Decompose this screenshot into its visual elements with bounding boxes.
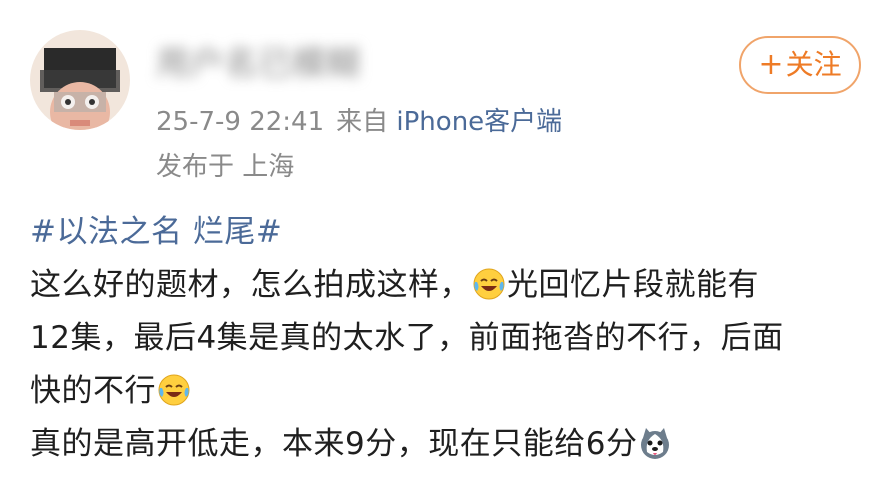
content-line-2: 12集，最后4集是真的太水了，前面拖沓的不行，后面 [30, 320, 784, 356]
laugh-cry-emoji [157, 373, 191, 407]
laugh-cry-emoji [472, 267, 506, 301]
weibo-post: 用户名已模糊 25-7-9 22:41 来自 iPhone客户端 发布于 上海 +… [0, 0, 894, 480]
content-text: 快的不行 [30, 373, 156, 409]
content-line-3: 快的不行 [30, 365, 870, 418]
plus-icon: + [758, 47, 784, 82]
username[interactable]: 用户名已模糊 [156, 44, 360, 84]
source-link[interactable]: iPhone客户端 [396, 107, 562, 137]
content-line-4: 真的是高开低走，本来9分，现在只能给6分 [30, 418, 870, 471]
post-content: #以法之名 烂尾# 这么好的题材，怎么拍成这样， 光回忆片段就能有 12集，最后… [30, 206, 870, 471]
post-location: 发布于 上海 [156, 152, 295, 182]
content-line-1: 这么好的题材，怎么拍成这样， 光回忆片段就能有 [30, 259, 870, 312]
post-time: 25-7-9 22:41 [156, 107, 325, 137]
content-text: 光回忆片段就能有 [507, 267, 759, 303]
follow-button[interactable]: +关注 [739, 36, 861, 94]
source-prefix: 来自 [336, 107, 389, 137]
follow-label: 关注 [785, 48, 842, 81]
content-text: 这么好的题材，怎么拍成这样， [30, 267, 471, 303]
avatar[interactable] [30, 30, 130, 130]
content-text: 真的是高开低走，本来9分，现在只能给6分 [30, 426, 638, 462]
husky-emoji [638, 426, 672, 460]
hashtag-link[interactable]: #以法之名 烂尾# [30, 214, 282, 250]
post-meta: 25-7-9 22:41 来自 iPhone客户端 [156, 106, 562, 138]
